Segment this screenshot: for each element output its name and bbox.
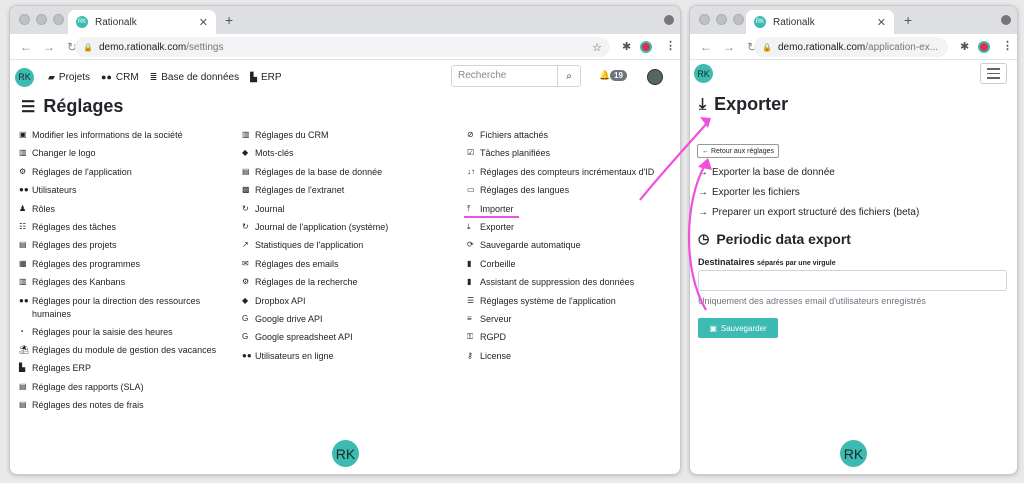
annotation-arrowhead — [698, 158, 712, 170]
annotation-arrow-to-title — [639, 121, 709, 201]
annotation-arrows — [639, 117, 712, 311]
annotation-arrow-to-back — [687, 164, 707, 311]
